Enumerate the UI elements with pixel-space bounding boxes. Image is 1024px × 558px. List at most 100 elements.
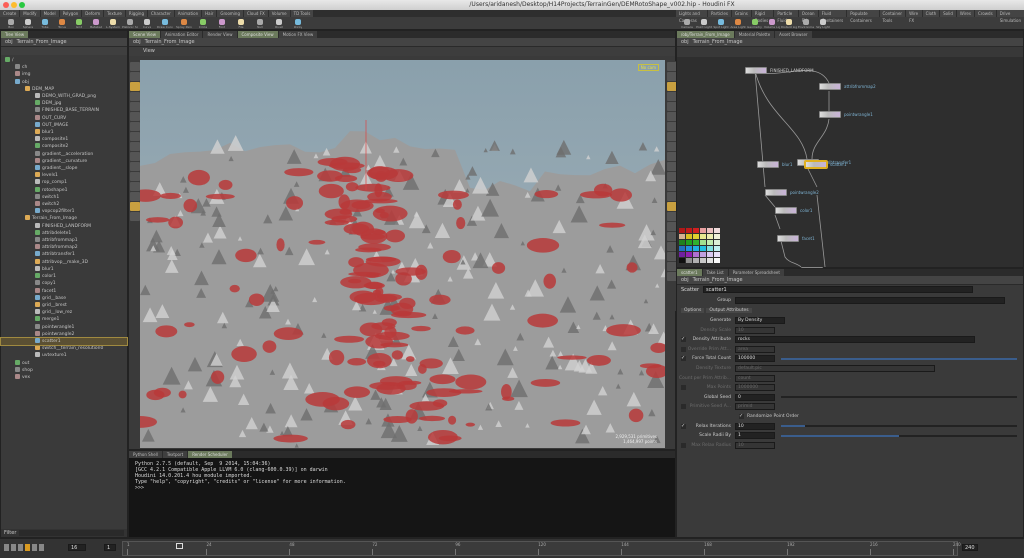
shelf-tool-rivet[interactable]: Rivet bbox=[271, 19, 287, 29]
shelf-tool-volume-light[interactable]: Volume Light bbox=[764, 19, 780, 29]
palette-swatch[interactable] bbox=[700, 228, 706, 233]
viewport-tool-button[interactable] bbox=[130, 202, 140, 211]
play-reverse-button[interactable] bbox=[18, 544, 23, 551]
tree-item[interactable]: DEM_MAP bbox=[1, 85, 127, 93]
tab-container-tools[interactable]: Container Tools bbox=[879, 10, 906, 23]
network-node[interactable] bbox=[819, 83, 841, 90]
color-palette[interactable] bbox=[679, 228, 720, 263]
palette-swatch[interactable] bbox=[714, 234, 720, 239]
tab-character[interactable]: Character bbox=[147, 10, 174, 17]
step-back-button[interactable] bbox=[11, 544, 16, 551]
palette-swatch[interactable] bbox=[700, 258, 706, 263]
path-root[interactable]: obj bbox=[5, 39, 13, 45]
tab-animation[interactable]: Animation bbox=[174, 10, 202, 17]
network-node[interactable] bbox=[805, 161, 827, 168]
tab-fluid-containers[interactable]: Fluid Containers bbox=[818, 10, 847, 23]
python-shell-output[interactable]: Python 2.7.5 (default, Sep 9 2014, 15:04… bbox=[129, 458, 675, 494]
subtab[interactable]: Options bbox=[681, 308, 705, 313]
palette-swatch[interactable] bbox=[714, 246, 720, 251]
tree-item[interactable]: blur1 bbox=[1, 129, 127, 136]
tab-textport[interactable]: Textport bbox=[162, 451, 188, 458]
palette-swatch[interactable] bbox=[714, 258, 720, 263]
param-checkbox[interactable]: ✓ bbox=[681, 356, 686, 362]
tab-rigging[interactable]: Rigging bbox=[125, 10, 147, 17]
timeline-playhead[interactable] bbox=[175, 543, 183, 549]
shelf-tool-geometry-light[interactable]: Geometry Light bbox=[747, 19, 763, 29]
palette-swatch[interactable] bbox=[679, 246, 685, 251]
tab-cloth[interactable]: Cloth bbox=[922, 10, 940, 17]
tab-lights-and-cameras[interactable]: Lights and Cameras bbox=[676, 10, 708, 23]
viewport-tool-button[interactable] bbox=[130, 152, 140, 161]
shelf-tool-platonic-solids[interactable]: Platonic Solids bbox=[122, 19, 138, 29]
viewport-tool-button[interactable] bbox=[130, 192, 140, 201]
shelf-tool-draw-curve[interactable]: Draw Curve bbox=[157, 19, 173, 29]
viewport-tool-button[interactable] bbox=[130, 92, 140, 101]
param-value-field[interactable]: 1 bbox=[735, 432, 775, 440]
viewport-tool-button[interactable] bbox=[130, 72, 140, 81]
tree-item[interactable]: OUT_IMAGE bbox=[1, 121, 127, 129]
viewport-tool-button[interactable] bbox=[130, 162, 140, 171]
zoom-window-button[interactable] bbox=[19, 2, 25, 8]
tab-texture[interactable]: Texture bbox=[104, 10, 125, 17]
tree-item[interactable]: rotoshape1 bbox=[1, 186, 127, 194]
palette-swatch[interactable] bbox=[679, 258, 685, 263]
tree-item[interactable]: FINISHED_BASE_TERRAIN bbox=[1, 107, 127, 114]
tree-item[interactable]: grid__brest bbox=[1, 301, 127, 309]
palette-swatch[interactable] bbox=[693, 234, 699, 239]
palette-swatch[interactable] bbox=[700, 240, 706, 245]
palette-swatch[interactable] bbox=[693, 228, 699, 233]
palette-swatch[interactable] bbox=[686, 234, 692, 239]
viewport-tool-button[interactable] bbox=[130, 62, 140, 71]
tree-item[interactable]: switch2 bbox=[1, 201, 127, 208]
tab-asset-browser[interactable]: Asset Browser bbox=[775, 31, 812, 38]
tree-item[interactable]: out bbox=[1, 359, 127, 367]
tree-item[interactable]: DEMO_WITH_GRAD_png bbox=[1, 93, 127, 100]
param-checkbox[interactable] bbox=[681, 442, 686, 448]
tab-scatter1[interactable]: scatter1 bbox=[677, 269, 702, 276]
param-value-field[interactable]: primid bbox=[735, 403, 775, 411]
jump-end-button[interactable] bbox=[39, 544, 44, 551]
palette-swatch[interactable] bbox=[686, 228, 692, 233]
path-root[interactable]: obj bbox=[133, 39, 141, 45]
tab-scene-view[interactable]: Scene View bbox=[129, 31, 160, 38]
tab-hair[interactable]: Hair bbox=[202, 10, 217, 17]
tab-populate-containers[interactable]: Populate Containers bbox=[847, 10, 879, 23]
palette-swatch[interactable] bbox=[714, 228, 720, 233]
close-window-button[interactable] bbox=[3, 2, 9, 8]
start-frame-field[interactable]: 1 bbox=[104, 544, 116, 551]
tree-item[interactable]: gradient__curvature bbox=[1, 157, 127, 165]
tree-item[interactable]: uvtexture1 bbox=[1, 352, 127, 359]
param-checkbox[interactable] bbox=[681, 346, 686, 352]
tree-item[interactable]: vex bbox=[1, 373, 127, 381]
tree-item[interactable]: merge1 bbox=[1, 316, 127, 323]
tree-item[interactable]: attribfrommap2 bbox=[1, 244, 127, 251]
shelf-tool-curve[interactable]: Curve bbox=[140, 19, 154, 29]
shelf-tool-l-system[interactable]: L-System bbox=[106, 19, 120, 29]
tab-python-shell[interactable]: Python Shell bbox=[129, 451, 162, 458]
tree-item[interactable]: DEM_jpg bbox=[1, 100, 127, 107]
param-slider[interactable] bbox=[781, 425, 1017, 428]
shelf-tool-font[interactable]: Font bbox=[214, 19, 230, 29]
filter-input[interactable] bbox=[19, 530, 124, 536]
path-node[interactable]: Terrain_From_Image bbox=[693, 39, 743, 45]
param-value-field[interactable]: 1000000 bbox=[735, 384, 775, 392]
param-value-field[interactable]: area bbox=[735, 345, 775, 353]
param-checkbox[interactable] bbox=[681, 385, 686, 391]
param-checkbox[interactable]: ✓ bbox=[681, 337, 686, 343]
tab-composite-view[interactable]: Composite View bbox=[237, 31, 278, 38]
tree-item[interactable]: gradient__acceleration bbox=[1, 150, 127, 158]
param-value-field[interactable]: 100000 bbox=[735, 355, 775, 363]
tab-drive-simulation[interactable]: Drive Simulation bbox=[996, 10, 1024, 23]
tab-tree-view[interactable]: Tree View bbox=[1, 31, 29, 38]
tree-item[interactable]: copy1 bbox=[1, 280, 127, 287]
network-node[interactable] bbox=[745, 67, 767, 74]
path-root[interactable]: obj bbox=[681, 277, 689, 283]
shelf-tool-torus[interactable]: Torus bbox=[55, 19, 69, 29]
viewport-tool-button[interactable] bbox=[130, 132, 140, 141]
network-node[interactable] bbox=[775, 207, 797, 214]
palette-swatch[interactable] bbox=[693, 258, 699, 263]
shelf-tool-file[interactable]: File bbox=[233, 19, 249, 29]
tree-item[interactable]: OUT_CURV bbox=[1, 114, 127, 122]
param-value-field[interactable]: 10 bbox=[735, 422, 775, 430]
tree-item[interactable]: rop_comp1 bbox=[1, 179, 127, 186]
